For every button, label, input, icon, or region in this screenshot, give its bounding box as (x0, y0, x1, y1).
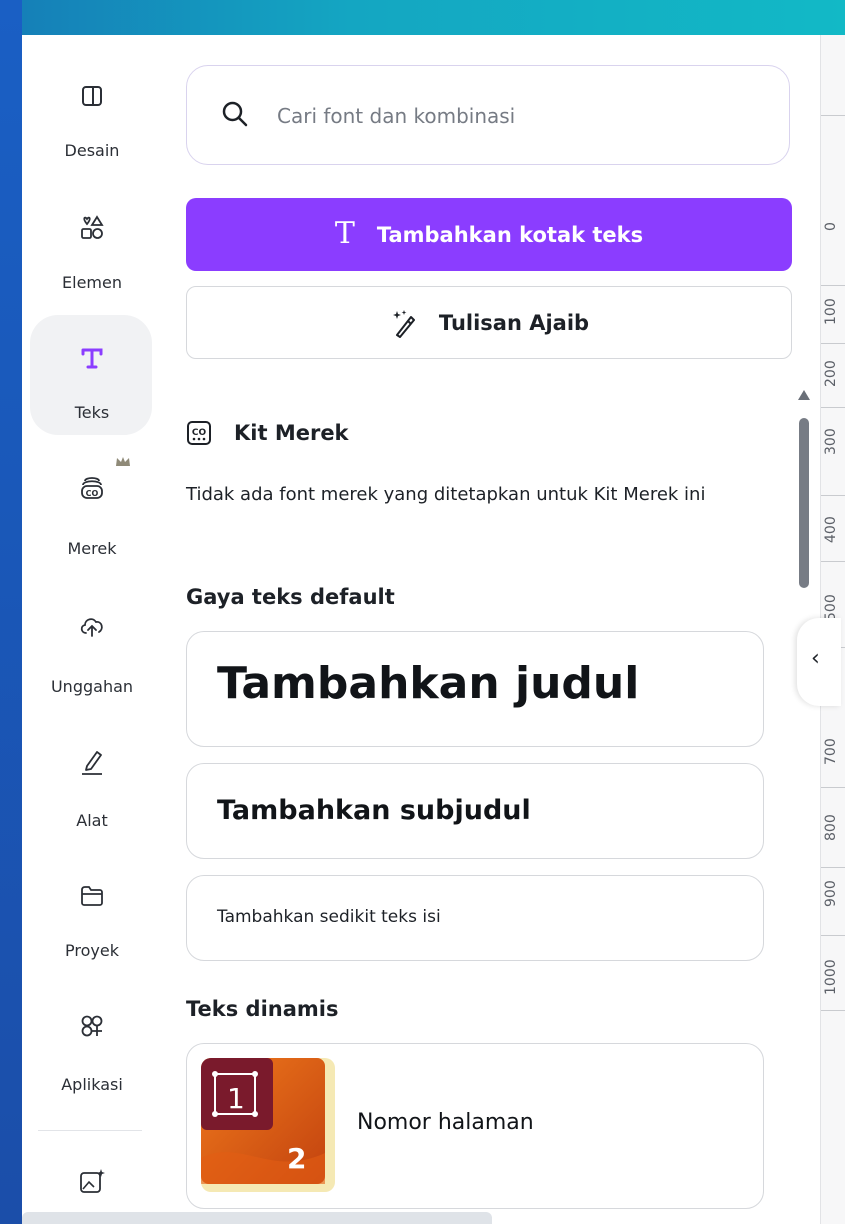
page-number-card[interactable]: 1 2 Nomor halaman (186, 1043, 764, 1209)
brand-kit-heading: CO Kit Merek (186, 420, 349, 446)
page-number-label: Nomor halaman (357, 1110, 534, 1135)
body-text-preview: Tambahkan sedikit teks isi (217, 907, 441, 927)
rail-label: Unggahan (50, 677, 134, 696)
folder-icon (81, 886, 103, 906)
cloud-upload-icon (80, 618, 103, 637)
ruler-label: 0 (823, 222, 839, 231)
rail-label: Alat (76, 811, 108, 830)
default-styles-heading: Gaya teks default (186, 585, 395, 609)
brand-icon: CO (81, 477, 103, 499)
ruler-tick (821, 115, 845, 116)
side-navigation-rail: Desain Elemen Teks CO Merek Unggahan Ala… (22, 35, 162, 1224)
desktop-background (0, 0, 22, 1224)
rail-divider (38, 1130, 142, 1131)
rail-item-merek[interactable]: CO Merek (22, 455, 162, 565)
browser-status-bar (22, 1212, 492, 1224)
ruler-label: 400 (823, 516, 839, 543)
rail-label: Aplikasi (61, 1075, 123, 1094)
ruler-label: 100 (823, 298, 839, 325)
shapes-icon (81, 215, 104, 239)
rail-label: Teks (74, 403, 110, 422)
ruler-label: 1000 (823, 959, 839, 995)
ruler-tick (821, 935, 845, 936)
rail-label: Proyek (65, 941, 119, 960)
magic-write-label: Tulisan Ajaib (438, 310, 590, 335)
layout-icon (82, 86, 102, 106)
brand-kit-icon: CO (187, 421, 211, 445)
ruler-label: 300 (823, 428, 839, 455)
add-heading-card[interactable]: Tambahkan judul (186, 631, 764, 747)
chevron-left-icon: ‹ (811, 646, 820, 671)
ruler-label: 500 (823, 594, 839, 621)
magic-wand-icon (392, 309, 415, 338)
page-number-thumbnail: 1 2 (201, 1058, 335, 1192)
subheading-preview: Tambahkan subjudul (217, 795, 531, 826)
text-t-icon: T (334, 216, 355, 251)
ruler-label: 800 (823, 814, 839, 841)
rail-item-teks[interactable]: Teks (22, 337, 162, 447)
rail-label: Desain (64, 141, 120, 160)
rail-label: Elemen (62, 273, 122, 292)
rail-item-unggahan[interactable]: Unggahan (22, 605, 162, 715)
ruler-label: 200 (823, 360, 839, 387)
crown-icon (116, 457, 130, 466)
text-icon (81, 348, 103, 369)
brand-kit-title: Kit Merek (234, 421, 349, 445)
add-text-box-label: Tambahkan kotak teks (376, 222, 644, 247)
add-body-text-card[interactable]: Tambahkan sedikit teks isi (186, 875, 764, 961)
thumbnail-number-2: 2 (287, 1142, 307, 1175)
search-icon (222, 101, 248, 127)
thumbnail-number-1: 1 (227, 1082, 245, 1115)
ruler-tick (821, 1010, 845, 1011)
rail-item-desain[interactable]: Desain (22, 75, 162, 185)
add-text-box-button[interactable]: T Tambahkan kotak teks (186, 198, 792, 271)
apps-icon (81, 1015, 103, 1037)
ruler-label: 900 (823, 880, 839, 907)
magic-write-button[interactable]: Tulisan Ajaib (186, 286, 792, 359)
ruler-tick (821, 561, 845, 562)
editor-window: Desain Elemen Teks CO Merek Unggahan Ala… (22, 35, 845, 1224)
ruler-tick (821, 343, 845, 344)
heading-preview: Tambahkan judul (217, 658, 640, 709)
search-box[interactable] (186, 65, 790, 165)
ruler-tick (821, 495, 845, 496)
rail-item-proyek[interactable]: Proyek (22, 875, 162, 985)
ruler-tick (821, 787, 845, 788)
scrollbar-thumb[interactable] (799, 418, 809, 588)
rail-item-alat[interactable]: Alat (22, 741, 162, 851)
search-input[interactable] (275, 92, 739, 140)
text-panel: T Tambahkan kotak teks Tulisan Ajaib CO … (162, 35, 794, 1224)
dynamic-text-heading: Teks dinamis (186, 997, 339, 1021)
rail-item-elemen[interactable]: Elemen (22, 207, 162, 317)
add-subheading-card[interactable]: Tambahkan subjudul (186, 763, 764, 859)
scroll-up-arrow-icon[interactable] (798, 390, 810, 400)
svg-text:CO: CO (192, 428, 207, 438)
svg-text:CO: CO (86, 489, 99, 498)
pen-icon (82, 751, 102, 775)
page-number-illustration (201, 1058, 325, 1184)
magic-media-icon[interactable] (77, 1167, 107, 1197)
rail-item-aplikasi[interactable]: Aplikasi (22, 1005, 162, 1115)
ruler-tick (821, 407, 845, 408)
collapse-panel-button[interactable]: ‹ (797, 618, 841, 706)
editor-top-bar (22, 0, 845, 35)
ruler-label: 700 (823, 738, 839, 765)
rail-label: Merek (67, 539, 117, 558)
brand-kit-description: Tidak ada font merek yang ditetapkan unt… (186, 484, 706, 505)
